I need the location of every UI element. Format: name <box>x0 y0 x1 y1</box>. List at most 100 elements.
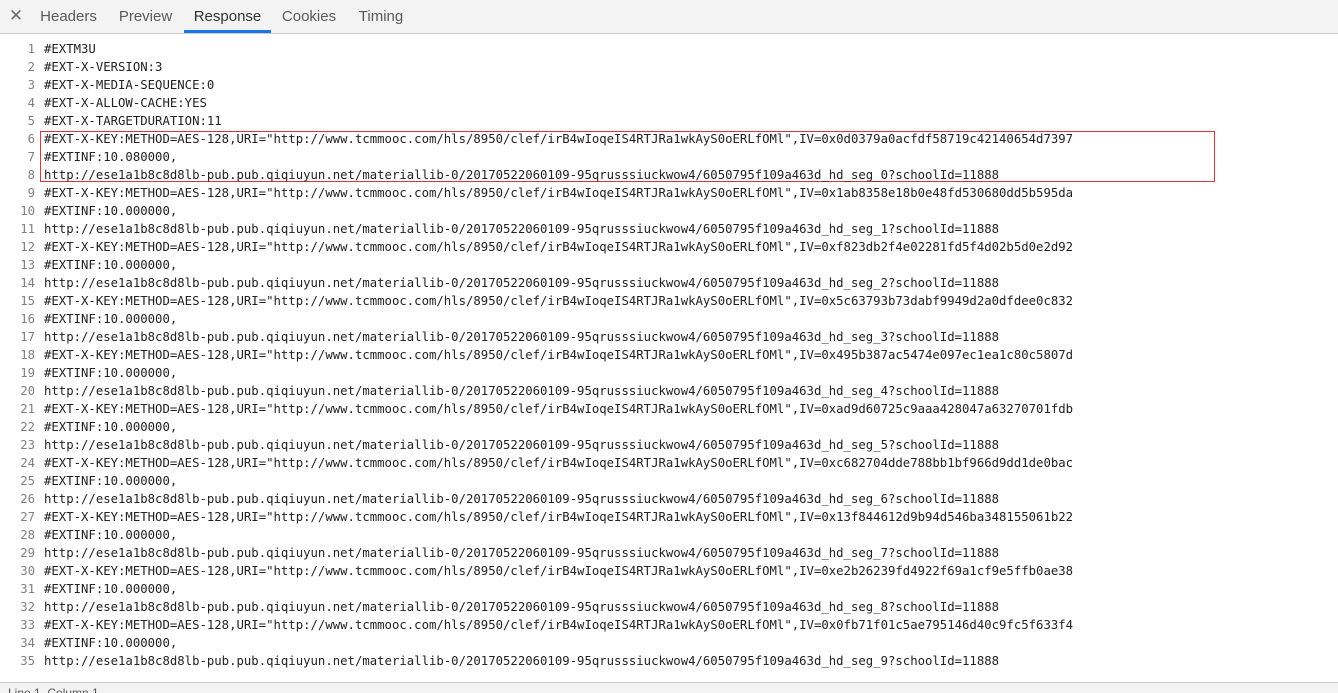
line-number: 13 <box>20 258 35 272</box>
code-line: 15 #EXT-X-KEY:METHOD=AES-128,URI="http://… <box>0 292 1338 310</box>
line-text: #EXTINF:10.000000, <box>44 528 178 542</box>
line-text: #EXT-X-ALLOW-CACHE:YES <box>44 96 207 110</box>
line-text: http://ese1a1b8c8d8lb-pub.pub.qiqiuyun.n… <box>44 492 1000 506</box>
code-line: 5 #EXT-X-TARGETDURATION:11 <box>0 112 1338 130</box>
line-text: #EXT-X-KEY:METHOD=AES-128,URI="http://ww… <box>44 510 1074 524</box>
line-number: 28 <box>20 528 35 542</box>
line-text: #EXTINF:10.000000, <box>44 258 178 272</box>
code-line: 14 http://ese1a1b8c8d8lb-pub.pub.qiqiuyun… <box>0 274 1338 292</box>
line-number: 26 <box>20 492 35 506</box>
line-text: http://ese1a1b8c8d8lb-pub.pub.qiqiuyun.n… <box>44 168 1000 182</box>
line-text: #EXTINF:10.000000, <box>44 474 178 488</box>
line-text: http://ese1a1b8c8d8lb-pub.pub.qiqiuyun.n… <box>44 600 1000 614</box>
line-text: #EXT-X-TARGETDURATION:11 <box>44 114 222 128</box>
code-line: 28 #EXTINF:10.000000, <box>0 526 1338 544</box>
line-number: 4 <box>27 96 35 110</box>
code-line: 26 http://ese1a1b8c8d8lb-pub.pub.qiqiuyun… <box>0 490 1338 508</box>
line-number: 32 <box>20 600 35 614</box>
response-code-viewer[interactable]: 1 #EXTM3U 2 #EXT-X-VERSION:3 3 #EXT-X-MEDIA-S… <box>0 34 1338 682</box>
code-line: 24 #EXT-X-KEY:METHOD=AES-128,URI="http://… <box>0 454 1338 472</box>
code-line: 18 #EXT-X-KEY:METHOD=AES-128,URI="http://… <box>0 346 1338 364</box>
line-text: #EXTINF:10.000000, <box>44 366 178 380</box>
line-text: http://ese1a1b8c8d8lb-pub.pub.qiqiuyun.n… <box>44 222 1000 236</box>
line-text: #EXT-X-VERSION:3 <box>44 60 163 74</box>
line-number: 25 <box>20 474 35 488</box>
close-icon[interactable]: ✕ <box>6 6 26 26</box>
code-line: 30 #EXT-X-KEY:METHOD=AES-128,URI="http://… <box>0 562 1338 580</box>
line-number: 33 <box>20 618 35 632</box>
code-line: 16 #EXTINF:10.000000, <box>0 310 1338 328</box>
line-number: 7 <box>27 150 35 164</box>
line-text: #EXTM3U <box>44 42 96 56</box>
code-line: 19 #EXTINF:10.000000, <box>0 364 1338 382</box>
line-number: 31 <box>20 582 35 596</box>
line-text: #EXTINF:10.000000, <box>44 636 178 650</box>
line-text: #EXT-X-KEY:METHOD=AES-128,URI="http://ww… <box>44 240 1074 254</box>
line-number: 17 <box>20 330 35 344</box>
code-line: 31 #EXTINF:10.000000, <box>0 580 1338 598</box>
code-line: 11 http://ese1a1b8c8d8lb-pub.pub.qiqiuyun… <box>0 220 1338 238</box>
line-text: #EXTINF:10.000000, <box>44 204 178 218</box>
tab-cookies[interactable]: Cookies <box>271 0 347 33</box>
line-number: 10 <box>20 204 35 218</box>
code-line: 34 #EXTINF:10.000000, <box>0 634 1338 652</box>
line-number: 16 <box>20 312 35 326</box>
line-text: http://ese1a1b8c8d8lb-pub.pub.qiqiuyun.n… <box>44 546 1000 560</box>
code-line: 27 #EXT-X-KEY:METHOD=AES-128,URI="http://… <box>0 508 1338 526</box>
line-text: #EXTINF:10.000000, <box>44 420 178 434</box>
line-text: http://ese1a1b8c8d8lb-pub.pub.qiqiuyun.n… <box>44 330 1000 344</box>
devtools-response-panel: ✕ Headers Preview Response Cookies Timin… <box>0 0 1338 693</box>
code-line: 32 http://ese1a1b8c8d8lb-pub.pub.qiqiuyun… <box>0 598 1338 616</box>
code-line: 2 #EXT-X-VERSION:3 <box>0 58 1338 76</box>
line-number: 12 <box>20 240 35 254</box>
code-line: 23 http://ese1a1b8c8d8lb-pub.pub.qiqiuyun… <box>0 436 1338 454</box>
code-line: 6 #EXT-X-KEY:METHOD=AES-128,URI="http://w… <box>0 130 1338 148</box>
line-number: 23 <box>20 438 35 452</box>
line-text: #EXT-X-KEY:METHOD=AES-128,URI="http://ww… <box>44 456 1074 470</box>
code-line: 20 http://ese1a1b8c8d8lb-pub.pub.qiqiuyun… <box>0 382 1338 400</box>
line-text: #EXT-X-KEY:METHOD=AES-128,URI="http://ww… <box>44 294 1074 308</box>
line-text: #EXT-X-KEY:METHOD=AES-128,URI="http://ww… <box>44 618 1074 632</box>
line-number: 6 <box>27 132 35 146</box>
line-text: http://ese1a1b8c8d8lb-pub.pub.qiqiuyun.n… <box>44 384 1000 398</box>
line-text: #EXTINF:10.080000, <box>44 150 178 164</box>
line-text: http://ese1a1b8c8d8lb-pub.pub.qiqiuyun.n… <box>44 438 1000 452</box>
tab-preview[interactable]: Preview <box>107 0 184 33</box>
cursor-position: Line 1, Column 1 <box>8 686 99 693</box>
code-line: 17 http://ese1a1b8c8d8lb-pub.pub.qiqiuyun… <box>0 328 1338 346</box>
code-line: 29 http://ese1a1b8c8d8lb-pub.pub.qiqiuyun… <box>0 544 1338 562</box>
line-number: 5 <box>27 114 35 128</box>
line-text: #EXT-X-KEY:METHOD=AES-128,URI="http://ww… <box>44 132 1074 146</box>
line-text: #EXT-X-KEY:METHOD=AES-128,URI="http://ww… <box>44 186 1074 200</box>
code-line: 3 #EXT-X-MEDIA-SEQUENCE:0 <box>0 76 1338 94</box>
line-text: http://ese1a1b8c8d8lb-pub.pub.qiqiuyun.n… <box>44 276 1000 290</box>
network-detail-tabbar: ✕ Headers Preview Response Cookies Timin… <box>0 0 1338 34</box>
line-number: 30 <box>20 564 35 578</box>
code-line: 7 #EXTINF:10.080000, <box>0 148 1338 166</box>
line-number: 9 <box>27 186 35 200</box>
line-text: #EXTINF:10.000000, <box>44 312 178 326</box>
tab-response[interactable]: Response <box>184 0 271 33</box>
code-line: 35 http://ese1a1b8c8d8lb-pub.pub.qiqiuyun… <box>0 652 1338 670</box>
code-line: 4 #EXT-X-ALLOW-CACHE:YES <box>0 94 1338 112</box>
line-text: #EXT-X-MEDIA-SEQUENCE:0 <box>44 78 215 92</box>
line-number: 2 <box>27 60 35 74</box>
status-bar: Line 1, Column 1 <box>0 682 1338 693</box>
tab-timing[interactable]: Timing <box>347 0 415 33</box>
code-line: 1 #EXTM3U <box>0 40 1338 58</box>
line-number: 20 <box>20 384 35 398</box>
line-number: 22 <box>20 420 35 434</box>
line-text: #EXT-X-KEY:METHOD=AES-128,URI="http://ww… <box>44 564 1074 578</box>
code-line: 13 #EXTINF:10.000000, <box>0 256 1338 274</box>
code-line: 25 #EXTINF:10.000000, <box>0 472 1338 490</box>
code-line: 9 #EXT-X-KEY:METHOD=AES-128,URI="http://w… <box>0 184 1338 202</box>
line-text: http://ese1a1b8c8d8lb-pub.pub.qiqiuyun.n… <box>44 654 1000 668</box>
line-text: #EXT-X-KEY:METHOD=AES-128,URI="http://ww… <box>44 402 1074 416</box>
code-line: 21 #EXT-X-KEY:METHOD=AES-128,URI="http://… <box>0 400 1338 418</box>
line-number: 21 <box>20 402 35 416</box>
code-line: 10 #EXTINF:10.000000, <box>0 202 1338 220</box>
tab-headers[interactable]: Headers <box>30 0 107 33</box>
line-number: 14 <box>20 276 35 290</box>
line-number: 15 <box>20 294 35 308</box>
line-number: 24 <box>20 456 35 470</box>
